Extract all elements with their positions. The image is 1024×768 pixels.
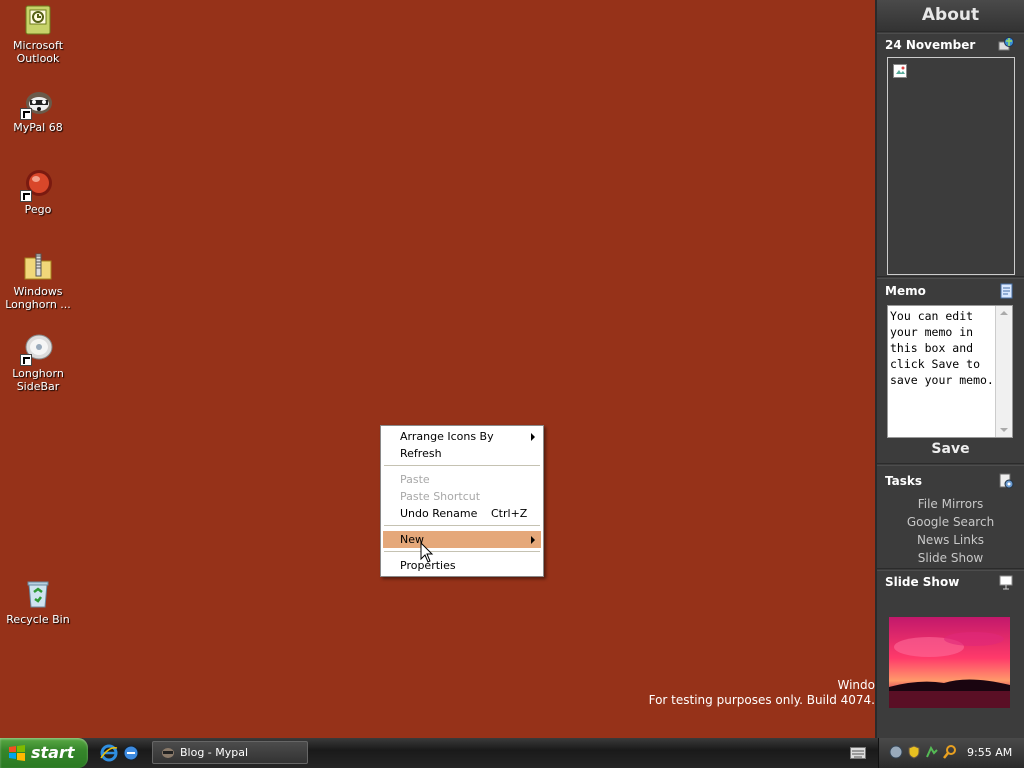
mypal-tray-icon[interactable] xyxy=(925,745,939,762)
slideshow-icon[interactable] xyxy=(998,574,1014,590)
taskbar-window-blog-mypal[interactable]: Blog - Mypal xyxy=(152,741,308,764)
outlook-icon xyxy=(22,4,54,36)
notepad-icon[interactable] xyxy=(998,283,1014,299)
date-title: 24 November xyxy=(885,38,976,52)
memo-textarea[interactable]: You can edit your memo in this box and c… xyxy=(887,305,1013,438)
longhorn-sidebar: About 24 November Memo You can edit your… xyxy=(875,0,1024,738)
scroll-down-icon[interactable] xyxy=(1000,428,1008,432)
tasks-gear-icon[interactable] xyxy=(998,473,1014,489)
icon-label: Longhorn ... xyxy=(5,298,71,311)
system-tray: 9:55 AM xyxy=(878,738,1024,768)
menu-separator xyxy=(384,465,540,466)
mypal-app-icon xyxy=(162,748,174,758)
menu-item-shortcut: Ctrl+Z xyxy=(491,507,528,520)
zip-folder-icon xyxy=(22,250,54,282)
sidebar-divider xyxy=(877,463,1024,466)
taskbar: start Blog - Mypal 9:55 AM xyxy=(0,738,1024,768)
broken-image-icon xyxy=(893,64,907,78)
internet-explorer-icon[interactable] xyxy=(100,744,118,762)
menu-separator xyxy=(384,525,540,526)
shortcut-arrow-icon xyxy=(20,190,32,202)
task-link-file-mirrors[interactable]: File Mirrors xyxy=(877,495,1024,513)
shortcut-arrow-icon xyxy=(20,108,32,120)
tasks-title: Tasks xyxy=(885,474,923,488)
menu-item-paste[interactable]: Paste xyxy=(383,471,541,488)
window-button-label: Blog - Mypal xyxy=(180,746,249,759)
outlook-desktop-icon[interactable]: Microsoft Outlook xyxy=(0,4,76,65)
menu-item-new[interactable]: New xyxy=(383,531,541,548)
scroll-up-icon[interactable] xyxy=(1000,311,1008,315)
keyboard-language-icon[interactable] xyxy=(850,747,866,759)
recycle-bin-desktop-icon[interactable]: Recycle Bin xyxy=(0,578,76,626)
picture-frame xyxy=(887,57,1015,275)
menu-item-undo-rename[interactable]: Undo Rename Ctrl+Z xyxy=(383,505,541,522)
watermark-line-2: For testing purposes only. Build 4074. xyxy=(648,693,875,707)
desktop[interactable]: Microsoft Outlook MyPal 68 Pego Windows … xyxy=(0,0,875,738)
icon-label: Windows xyxy=(13,285,63,298)
memo-save-button[interactable]: Save xyxy=(877,441,1024,457)
pego-icon xyxy=(20,168,54,202)
mouse-cursor-icon xyxy=(420,542,434,563)
menu-item-label: Undo Rename xyxy=(400,507,478,520)
memo-scrollbar[interactable] xyxy=(995,306,1012,437)
pego-desktop-icon[interactable]: Pego xyxy=(0,168,76,216)
windows-logo-icon xyxy=(9,745,25,761)
longhorn-zip-desktop-icon[interactable]: Windows Longhorn ... xyxy=(0,250,76,311)
submenu-arrow-icon xyxy=(531,433,535,441)
menu-separator xyxy=(384,551,540,552)
sidebar-header[interactable]: About xyxy=(877,0,1024,31)
icon-label: Microsoft xyxy=(12,39,64,52)
tasks-list: File Mirrors Google Search News Links Sl… xyxy=(877,495,1024,567)
browser-quicklaunch-icon[interactable] xyxy=(122,744,140,762)
recycle-bin-icon xyxy=(22,578,54,610)
task-link-news-links[interactable]: News Links xyxy=(877,531,1024,549)
icon-label: Longhorn xyxy=(12,367,64,380)
icon-label: Pego xyxy=(24,203,52,216)
security-shield-icon[interactable] xyxy=(907,745,921,762)
menu-item-refresh[interactable]: Refresh xyxy=(383,445,541,462)
menu-item-label: Refresh xyxy=(400,447,442,460)
sidebar-desktop-icon[interactable]: Longhorn SideBar xyxy=(0,332,76,393)
sidebar-divider xyxy=(877,568,1024,571)
menu-item-label: Paste Shortcut xyxy=(400,490,481,503)
icon-label: Outlook xyxy=(16,52,60,65)
globe-icon[interactable] xyxy=(998,36,1014,52)
memo-title: Memo xyxy=(885,284,926,298)
icon-label: MyPal 68 xyxy=(13,121,63,134)
slideshow-image[interactable] xyxy=(889,617,1010,708)
clock[interactable]: 9:55 AM xyxy=(967,746,1012,759)
network-icon[interactable] xyxy=(889,745,903,762)
icon-label: Recycle Bin xyxy=(6,613,70,626)
raccoon-icon xyxy=(20,86,54,120)
submenu-arrow-icon xyxy=(531,536,535,544)
icon-label: SideBar xyxy=(16,380,60,393)
menu-item-label: Paste xyxy=(400,473,430,486)
mypal-desktop-icon[interactable]: MyPal 68 xyxy=(0,86,76,134)
menu-item-arrange-icons[interactable]: Arrange Icons By xyxy=(383,428,541,445)
search-icon[interactable] xyxy=(943,745,957,762)
slideshow-title: Slide Show xyxy=(885,575,960,589)
memo-text: You can edit your memo in this box and c… xyxy=(890,309,994,387)
sidebar-divider xyxy=(877,31,1024,34)
shortcut-arrow-icon xyxy=(20,354,32,366)
desktop-context-menu: Arrange Icons By Refresh Paste Paste Sho… xyxy=(380,425,544,577)
start-label: start xyxy=(31,743,75,762)
task-link-google-search[interactable]: Google Search xyxy=(877,513,1024,531)
watermark-line-1: Windo xyxy=(837,678,876,692)
menu-item-label: Arrange Icons By xyxy=(400,430,494,443)
sidebar-icon xyxy=(20,332,54,366)
task-link-slide-show[interactable]: Slide Show xyxy=(877,549,1024,567)
sidebar-divider xyxy=(877,276,1024,279)
menu-item-properties[interactable]: Properties xyxy=(383,557,541,574)
start-button[interactable]: start xyxy=(0,738,88,768)
menu-item-paste-shortcut[interactable]: Paste Shortcut xyxy=(383,488,541,505)
